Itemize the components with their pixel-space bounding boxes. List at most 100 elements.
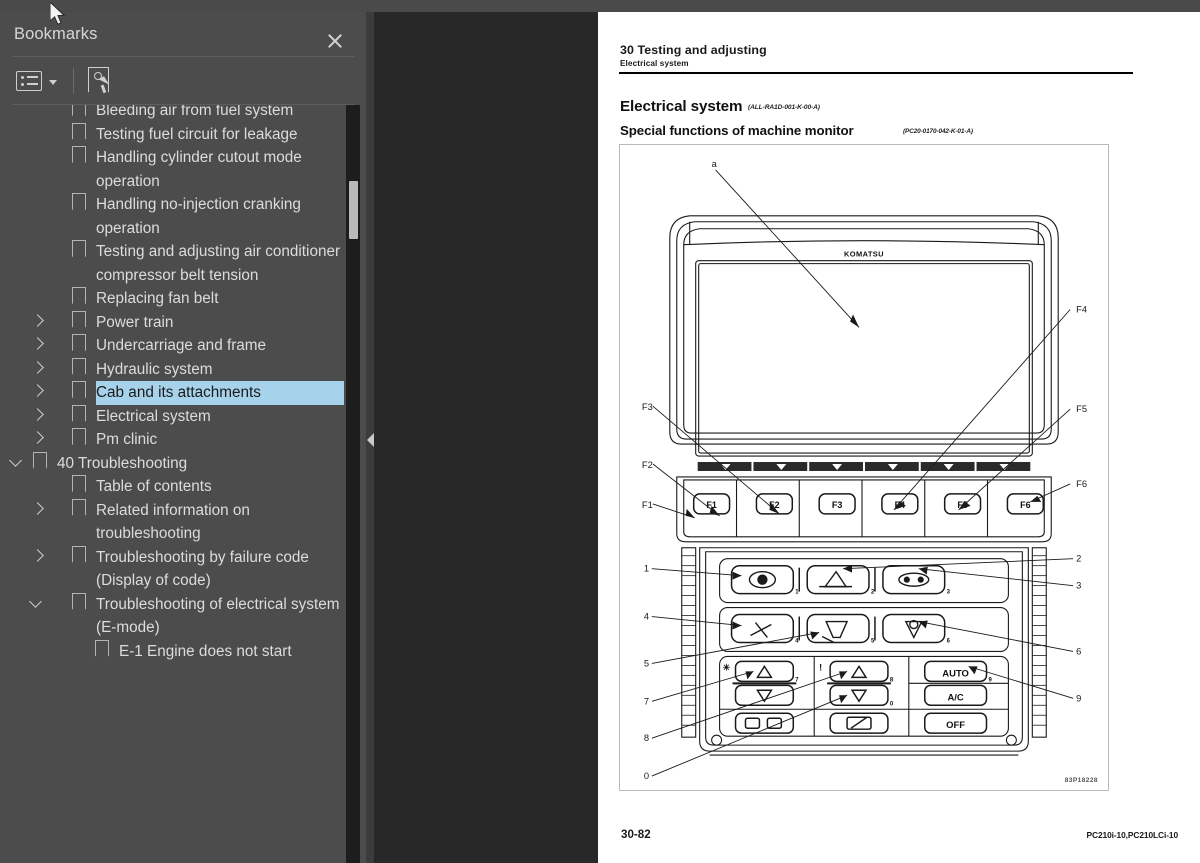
bookmark-icon — [72, 404, 86, 422]
bookmark-item[interactable]: E-1 Engine does not start — [0, 639, 344, 664]
chevron-down-icon — [49, 79, 57, 85]
figure-box: KOMATSU F1 F2 F3 F6 1 2 3 4 5 6 AUTO A/C… — [619, 144, 1109, 791]
svg-text:F3: F3 — [642, 402, 653, 412]
chevron-right-icon[interactable] — [28, 546, 44, 568]
svg-text:4: 4 — [644, 612, 649, 622]
bookmark-item[interactable]: 40 Troubleshooting — [0, 451, 344, 476]
chevron-right-icon[interactable] — [28, 311, 44, 333]
svg-text:!: ! — [819, 662, 822, 672]
ac-key-label: A/C — [947, 692, 963, 703]
bookmark-item-label: Pm clinic — [96, 431, 158, 448]
bookmark-item[interactable]: Electrical system — [0, 404, 344, 429]
new-bookmark-icon — [88, 66, 112, 95]
bookmark-item-label: Related information on troubleshooting — [96, 501, 250, 543]
svg-text:✳: ✳ — [723, 662, 731, 672]
collapse-triangle-icon — [367, 433, 374, 447]
svg-text:8: 8 — [890, 677, 894, 683]
svg-text:F6: F6 — [1020, 500, 1030, 510]
svg-text:7: 7 — [795, 677, 799, 683]
bookmark-item-label: Undercarriage and frame — [96, 337, 267, 354]
bookmark-item-label: Testing and adjusting air conditioner co… — [96, 243, 341, 284]
bookmark-icon — [33, 451, 47, 469]
subsection-code: (PC20-0170-042-K-01-A) — [903, 128, 973, 135]
bookmarks-panel-title: Bookmarks — [14, 24, 98, 43]
chevron-right-icon[interactable] — [28, 381, 44, 403]
bookmarks-toolbar — [0, 57, 366, 104]
bookmarks-panel: Bookmarks Bleeding air from fuel system … — [0, 12, 366, 863]
bookmark-icon — [95, 639, 109, 657]
chevron-right-icon[interactable] — [28, 499, 44, 521]
bookmarks-scrollbar[interactable] — [346, 105, 360, 863]
document-page: 30 Testing and adjusting Electrical syst… — [598, 12, 1200, 863]
bookmark-icon — [72, 592, 86, 610]
bookmark-item-label: E-1 Engine does not start — [119, 642, 292, 660]
bookmark-item[interactable]: Undercarriage and frame — [0, 334, 344, 358]
svg-text:8: 8 — [644, 733, 649, 743]
chevron-right-icon[interactable] — [28, 334, 44, 356]
close-icon[interactable] — [324, 30, 346, 52]
bookmark-item-label: Cab and its attachments — [95, 380, 345, 406]
svg-text:5: 5 — [644, 658, 649, 668]
bookmark-item[interactable]: Handling no-injection cranking operation — [0, 193, 344, 240]
svg-text:6: 6 — [947, 638, 951, 644]
bookmark-item-label: Troubleshooting of electrical system (E-… — [96, 595, 340, 637]
svg-text:F1: F1 — [642, 500, 653, 510]
chevron-right-icon[interactable] — [28, 428, 44, 450]
svg-text:F2: F2 — [642, 460, 653, 470]
bookmark-icon — [72, 381, 86, 398]
bookmark-item[interactable]: Troubleshooting by failure code (Display… — [0, 545, 344, 593]
bookmark-icon — [72, 193, 86, 210]
bookmark-item[interactable]: Replacing fan belt — [0, 287, 344, 311]
bookmark-item[interactable]: Bleeding air from fuel system — [0, 105, 344, 123]
svg-text:2: 2 — [1076, 554, 1081, 564]
section-title: Electrical system — [620, 98, 743, 115]
svg-text:3: 3 — [1076, 581, 1081, 591]
bookmark-item[interactable]: Hydraulic system — [0, 357, 344, 382]
bookmark-item-label: Hydraulic system — [96, 360, 213, 378]
bookmark-item[interactable]: Testing and adjusting air conditioner co… — [0, 240, 344, 287]
bookmark-item[interactable]: Related information on troubleshooting — [0, 498, 344, 546]
chevron-right-icon[interactable] — [28, 405, 44, 427]
svg-text:9: 9 — [988, 677, 992, 683]
svg-text:F6: F6 — [1076, 479, 1087, 489]
bookmark-item[interactable]: Testing fuel circuit for leakage — [0, 122, 344, 147]
new-bookmark-button[interactable] — [88, 66, 112, 95]
bookmark-item[interactable]: Cab and its attachments — [0, 380, 345, 406]
panel-collapse-handle[interactable] — [366, 12, 374, 863]
svg-text:F5: F5 — [1076, 404, 1087, 414]
svg-text:F4: F4 — [1076, 304, 1087, 314]
bookmark-options-button[interactable] — [16, 70, 57, 91]
bookmark-icon — [72, 287, 86, 304]
svg-text:0: 0 — [644, 771, 649, 781]
bookmark-icon — [72, 122, 86, 140]
bookmark-icon — [72, 498, 86, 516]
bookmark-item-label: Handling cylinder cutout mode operation — [96, 149, 302, 190]
toolbar-separator — [73, 67, 74, 94]
chevron-down-icon[interactable] — [28, 593, 44, 615]
machine-monitor-diagram: KOMATSU F1 F2 F3 F6 1 2 3 4 5 6 AUTO A/C… — [642, 159, 1087, 781]
svg-text:6: 6 — [1076, 646, 1081, 656]
model-reference: PC210i-10,PC210LCi-10 — [1086, 830, 1179, 840]
page-header-subtitle: Electrical system — [620, 59, 689, 68]
off-key-label: OFF — [946, 720, 965, 731]
bookmark-item[interactable]: Power train — [0, 310, 344, 335]
bookmarks-scrollbar-thumb[interactable] — [348, 181, 358, 239]
auto-key-label: AUTO — [942, 668, 969, 679]
bookmark-item-label: 40 Troubleshooting — [57, 454, 188, 472]
bookmark-icon — [72, 428, 86, 445]
bookmark-icon — [72, 545, 86, 563]
bookmark-icon — [72, 475, 86, 492]
bookmark-item[interactable]: Pm clinic — [0, 428, 344, 452]
svg-text:F3: F3 — [832, 500, 842, 510]
svg-text:0: 0 — [890, 701, 894, 707]
bookmark-item[interactable]: Handling cylinder cutout mode operation — [0, 146, 344, 193]
bookmark-item[interactable]: Table of contents — [0, 475, 344, 499]
chevron-right-icon[interactable] — [28, 358, 44, 380]
bookmark-item-label: Troubleshooting by failure code (Display… — [96, 548, 309, 590]
figure-id-code: 83P18228 — [1064, 777, 1098, 784]
chevron-down-icon[interactable] — [8, 452, 24, 474]
bookmark-item-label: Replacing fan belt — [96, 290, 219, 307]
window-top-strip — [0, 0, 1200, 12]
document-viewer: 30 Testing and adjusting Electrical syst… — [374, 12, 1200, 863]
bookmark-item[interactable]: Troubleshooting of electrical system (E-… — [0, 592, 344, 640]
